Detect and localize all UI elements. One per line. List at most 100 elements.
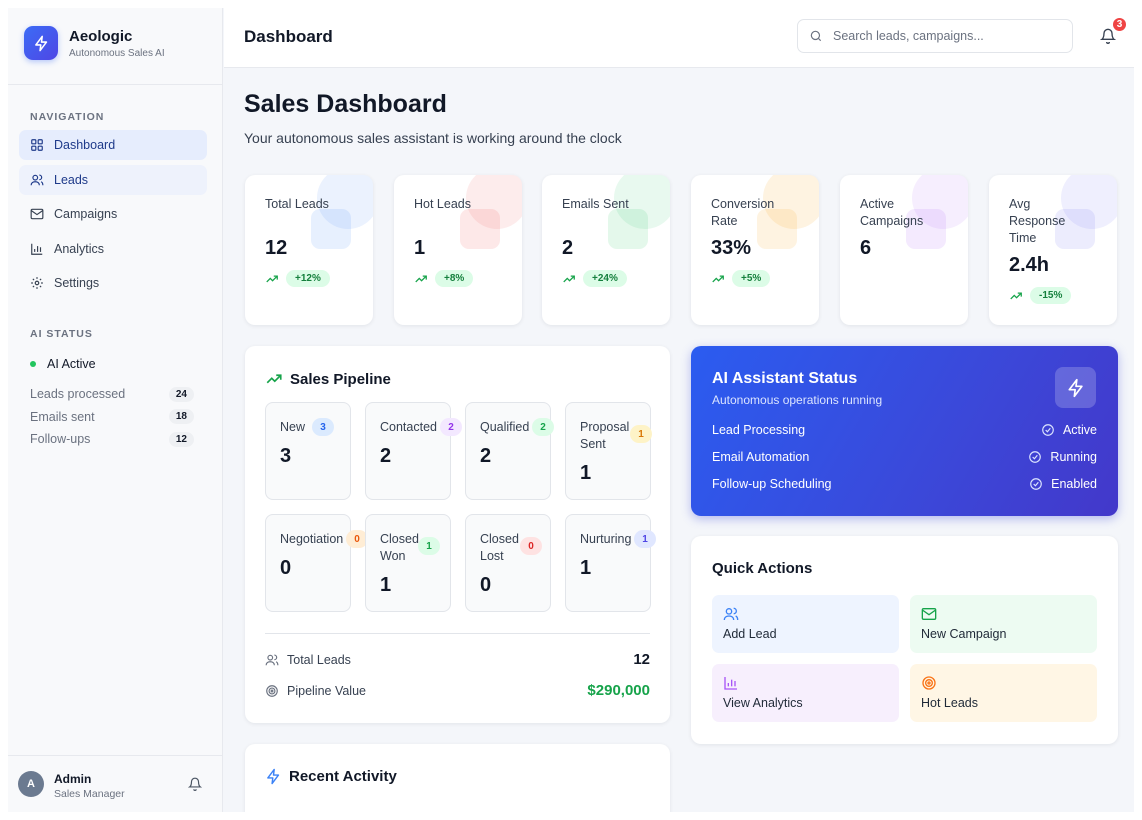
ai-status-row: Email Automation Running (712, 450, 1097, 464)
kpi-value: 6 (860, 237, 872, 259)
sidebar-item-label: Analytics (54, 241, 105, 256)
trend-up-icon (1010, 291, 1022, 299)
kpi-card-emails-sent[interactable]: Emails Sent 2 +24% (542, 175, 670, 325)
target-icon (921, 675, 937, 691)
kpi-card-active-campaigns[interactable]: Active Campaigns 6 (840, 175, 968, 325)
bar-chart-icon (30, 242, 44, 256)
kpi-value: 12 (265, 237, 288, 259)
kpi-card-total-leads[interactable]: Total Leads 12 +12% (245, 175, 373, 325)
ai-active-indicator: AI Active (30, 357, 96, 371)
stat-label: Emails sent (30, 409, 95, 424)
stage-count: 2 (480, 445, 492, 467)
pipeline-stage-closed-won[interactable]: Closed Won 1 1 (365, 514, 451, 612)
kpi-label: Hot Leads (414, 197, 471, 211)
pipeline-total-label-wrap: Total Leads (265, 653, 351, 667)
bell-icon[interactable] (187, 777, 203, 796)
ai-row-status: Enabled (1051, 477, 1097, 491)
trend-up-icon (563, 274, 575, 282)
lightning-icon[interactable] (1055, 367, 1096, 408)
pipeline-value-label: Pipeline Value (287, 683, 366, 698)
pipeline-stage-new[interactable]: New 3 3 (265, 402, 351, 500)
page-subtitle: Your autonomous sales assistant is worki… (244, 130, 622, 146)
ai-status-heading: AI STATUS (30, 328, 93, 340)
sidebar-item-label: Campaigns (54, 207, 118, 222)
ai-status-title: AI Assistant Status (712, 370, 858, 387)
stage-badge: 2 (440, 418, 462, 436)
ai-status-row: Follow-up Scheduling Enabled (712, 477, 1097, 491)
pipeline-stage-qualified[interactable]: Qualified 2 2 (465, 402, 554, 500)
stage-count: 3 (280, 445, 292, 467)
stat-count-badge: 18 (168, 409, 194, 425)
pipeline-stage-nurturing[interactable]: Nurturing 1 1 (565, 514, 656, 612)
kpi-label: Emails Sent (562, 197, 629, 211)
hot-leads-button[interactable]: Hot Leads (910, 664, 1097, 722)
search-input[interactable]: Search leads, campaigns... (797, 19, 1073, 53)
trend-up-icon (415, 274, 427, 282)
ai-row-status: Active (1062, 423, 1097, 437)
sidebar: Aeologic Autonomous Sales AI NAVIGATION … (8, 8, 223, 812)
brand-name: Aeologic (69, 27, 133, 45)
kpi-card-hot-leads[interactable]: Hot Leads 1 +8% (394, 175, 522, 325)
stage-badge: 1 (418, 537, 440, 555)
stat-row: Leads processed 24 (30, 383, 194, 406)
stage-name: Qualified (480, 420, 530, 434)
sidebar-nav: Dashboard Leads Campaigns Analytics Sett… (19, 130, 207, 303)
decorative-square (460, 209, 500, 249)
recent-activity-title: Recent Activity (265, 768, 397, 785)
page-header-title: Dashboard (244, 27, 333, 46)
notification-count-badge[interactable]: 3 (1111, 16, 1128, 33)
sidebar-item-leads[interactable]: Leads (19, 164, 207, 195)
add-lead-button[interactable]: Add Lead (712, 595, 899, 653)
kpi-card-conversion-rate[interactable]: Conversion Rate 33% +5% (691, 175, 819, 325)
ai-row-status: Running (1050, 450, 1097, 464)
pipeline-stage-contacted[interactable]: Contacted 2 2 (365, 402, 462, 500)
trend-up-icon (266, 274, 278, 282)
decorative-square (608, 209, 648, 249)
stage-badge: 2 (532, 418, 554, 436)
pipeline-total-label: Total Leads (287, 652, 351, 667)
status-dot-icon (30, 361, 36, 367)
new-campaign-button[interactable]: New Campaign (910, 595, 1097, 653)
stage-name: Negotiation (280, 532, 344, 546)
sidebar-item-settings[interactable]: Settings (19, 268, 207, 298)
stage-badge: 1 (634, 530, 656, 548)
check-circle-icon (1028, 450, 1042, 464)
view-analytics-button[interactable]: View Analytics (712, 664, 899, 722)
stat-label: Leads processed (30, 387, 126, 402)
pipeline-stage-closed-lost[interactable]: Closed Lost 0 0 (465, 514, 551, 612)
kpi-value: 1 (414, 237, 426, 259)
ai-row-label: Follow-up Scheduling (712, 477, 832, 491)
user-profile[interactable]: A Admin Sales Manager (8, 755, 223, 812)
stage-name: Proposal Sent (580, 420, 630, 451)
kpi-trend: +24% (562, 270, 627, 287)
stage-name: Closed Won (380, 532, 419, 563)
kpi-value: 2 (562, 237, 574, 259)
ai-row-label: Email Automation (712, 450, 810, 464)
sidebar-item-analytics[interactable]: Analytics (19, 234, 207, 264)
pipeline-stage-negotiation[interactable]: Negotiation 0 0 (265, 514, 368, 612)
stage-count: 1 (580, 557, 592, 579)
pipeline-value-label-wrap: Pipeline Value (265, 684, 366, 698)
search-icon (809, 29, 823, 43)
sidebar-item-campaigns[interactable]: Campaigns (19, 199, 207, 229)
kpi-card-avg-response-time[interactable]: Avg Response Time 2.4h -15% (989, 175, 1117, 325)
pipeline-stage-proposal-sent[interactable]: Proposal Sent 1 1 (565, 402, 652, 500)
users-icon (723, 606, 739, 622)
kpi-value: 2.4h (1009, 254, 1050, 276)
avatar[interactable]: A (18, 771, 44, 797)
trend-badge: -15% (1030, 287, 1072, 304)
target-icon (265, 684, 279, 698)
sales-pipeline-title: Sales Pipeline (265, 370, 391, 388)
nav-heading: NAVIGATION (30, 111, 105, 123)
sidebar-item-dashboard[interactable]: Dashboard (19, 130, 207, 160)
stage-name: Contacted (380, 420, 437, 434)
brand[interactable]: Aeologic Autonomous Sales AI (24, 26, 165, 60)
stage-badge: 1 (630, 425, 652, 443)
trend-badge: +5% (732, 270, 771, 287)
stage-name: Nurturing (580, 532, 632, 546)
quick-action-label: New Campaign (921, 627, 1007, 641)
mail-icon (30, 207, 44, 221)
app-window: Aeologic Autonomous Sales AI NAVIGATION … (8, 8, 1134, 812)
stage-name: Closed Lost (480, 532, 519, 563)
quick-actions-title: Quick Actions (712, 560, 813, 577)
